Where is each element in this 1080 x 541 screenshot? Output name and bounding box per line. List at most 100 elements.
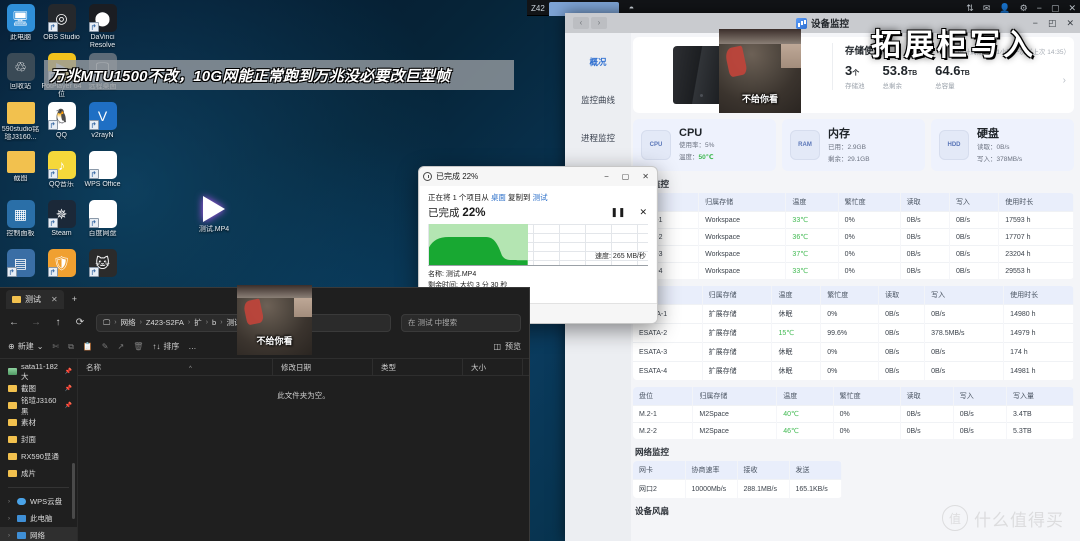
- sidebar-item-2[interactable]: 铭瑄J3160黑 📌: [0, 396, 77, 416]
- table-row[interactable]: SATA-2Workspace36℃0%0B/s0B/s17707 h: [633, 228, 1074, 246]
- devmon-close-icon[interactable]: ✕: [1066, 18, 1074, 29]
- table-row[interactable]: SATA-1Workspace33℃0%0B/s0B/s17593 h: [633, 211, 1074, 229]
- up-icon[interactable]: ↑: [52, 317, 64, 328]
- desktop-icon-davinci-icon[interactable]: ⬤ ↱ DaVinci Resolve: [82, 0, 123, 49]
- back-icon[interactable]: ←: [8, 317, 20, 328]
- account-icon[interactable]: 👤: [999, 3, 1010, 14]
- desktop-icon-steam-icon[interactable]: ✵ ↱ Steam: [41, 196, 82, 245]
- desktop-icon-folder-icon[interactable]: 590studio铭瑄J3160...: [0, 98, 41, 147]
- copy-minimize-icon[interactable]: −: [604, 172, 609, 181]
- copy-button[interactable]: ⧉: [68, 342, 74, 352]
- pin-icon[interactable]: 📌: [65, 368, 72, 375]
- desktop-icon-folder-icon[interactable]: 截图: [0, 147, 41, 196]
- devmon-sidebar-item-2[interactable]: 进程监控: [565, 119, 631, 157]
- refresh-icon[interactable]: ⟳: [74, 317, 86, 328]
- table-row[interactable]: M.2-1 M2Space 40℃ 0% 0B/s 0B/s 3.4TB: [633, 405, 1074, 423]
- sidebar-item-4[interactable]: 封面: [0, 431, 77, 448]
- desktop-icon-obs-icon[interactable]: ◎ ↱ OBS Studio: [41, 0, 82, 49]
- pause-button[interactable]: ❚❚: [610, 207, 625, 218]
- search-input[interactable]: 在 测试 中搜索: [401, 313, 521, 332]
- breadcrumb-item[interactable]: 网络: [121, 317, 136, 328]
- chevron-right-icon[interactable]: ›: [8, 516, 13, 522]
- background-app-tab-label[interactable]: Z42: [527, 4, 549, 13]
- gear-icon[interactable]: ⚙: [1020, 3, 1028, 14]
- close-icon[interactable]: ✕: [1068, 3, 1076, 14]
- devmon-system-buttons[interactable]: − ◰ ✕: [1033, 18, 1074, 29]
- sidebar-tree-item-2[interactable]: › 网络: [0, 527, 77, 541]
- cancel-button[interactable]: ✕: [639, 207, 647, 218]
- copy-close-icon[interactable]: ✕: [642, 172, 649, 181]
- new-button[interactable]: ⊕ 新建 ⌄: [8, 341, 43, 352]
- pin-icon[interactable]: 📌: [65, 402, 72, 409]
- sort-icon[interactable]: ⇅: [966, 3, 974, 14]
- minimize-icon[interactable]: −: [1037, 3, 1042, 13]
- table-row[interactable]: ESATA-1扩展存储休眠0%0B/s0B/s14980 h: [633, 304, 1074, 324]
- copy-destination-link[interactable]: 测试: [533, 193, 548, 202]
- sidebar-scrollbar[interactable]: [72, 463, 75, 519]
- share-button[interactable]: ↗: [118, 342, 125, 351]
- table-cell: Workspace: [698, 228, 787, 246]
- maximize-icon[interactable]: ▢: [1051, 3, 1060, 14]
- breadcrumb-item[interactable]: Z423-S2FA: [146, 318, 184, 327]
- sidebar-tree-item-1[interactable]: › 此电脑: [0, 510, 77, 527]
- table-row[interactable]: 网口2 10000Mb/s 288.1MB/s 165.1KB/s: [633, 479, 842, 498]
- desktop-icon-recycle-bin-icon[interactable]: ♲ 回收站: [0, 49, 41, 98]
- chevron-right-icon[interactable]: ›: [8, 499, 13, 505]
- devmon-sidebar-item-0[interactable]: 概况: [565, 43, 631, 81]
- stat-card-title: 硬盘: [977, 128, 999, 140]
- breadcrumb-item[interactable]: b: [212, 318, 216, 327]
- column-header-大小[interactable]: 大小: [463, 358, 523, 376]
- table-row[interactable]: M.2-2 M2Space 46℃ 0% 0B/s 0B/s 5.3TB: [633, 422, 1074, 439]
- pin-icon[interactable]: 📌: [65, 385, 72, 392]
- more-button[interactable]: …: [188, 342, 196, 351]
- sidebar-item-6[interactable]: 成片: [0, 465, 77, 482]
- explorer-new-tab-button[interactable]: +: [66, 294, 83, 304]
- explorer-tab-close-icon[interactable]: ✕: [51, 295, 58, 304]
- delete-button[interactable]: 🗑: [133, 342, 143, 351]
- devmon-sidebar-item-1[interactable]: 监控曲线: [565, 81, 631, 119]
- desktop-icon-wps-icon[interactable]: W ↱ WPS Office: [82, 147, 123, 196]
- chevron-right-icon[interactable]: ›: [8, 533, 13, 539]
- copy-maximize-icon[interactable]: ▢: [622, 172, 630, 181]
- chevron-right-icon[interactable]: ›: [1063, 75, 1066, 86]
- sidebar-tree-item-0[interactable]: › WPS云盘: [0, 493, 77, 510]
- sidebar-item-0[interactable]: sata11-182大 📌: [0, 362, 77, 381]
- storage-usage-stats: 3个 存储池 53.8TB 总剩余 64.6TB 总容量: [845, 63, 1070, 90]
- breadcrumb-item[interactable]: 扩: [194, 317, 202, 328]
- table-row[interactable]: ESATA-2 扩展存储 15℃ 99.6% 0B/s 378.5MB/s 14979 h: [633, 323, 1074, 343]
- devmon-maximize-icon[interactable]: ◰: [1048, 18, 1057, 29]
- stat-card-硬盘[interactable]: HDD 硬盘 读取：0B/s 写入：378MB/s: [931, 119, 1074, 171]
- desktop-icon-baidu-netdisk-icon[interactable]: ☁ ↱ 百度网盘: [82, 196, 123, 245]
- paste-button[interactable]: 📋: [83, 342, 93, 351]
- stat-card-line1: 已用：2.9GB: [828, 144, 866, 151]
- device-monitor-content: A 21:52:08 存储使用 统计周期：约1小时一次（上次 14:35） 3个…: [631, 33, 1080, 541]
- sidebar-item-5[interactable]: RX590显通: [0, 448, 77, 465]
- column-header-名称[interactable]: 名称 ^: [78, 358, 273, 376]
- column-header-修改日期[interactable]: 修改日期: [273, 358, 373, 376]
- details-pane-button[interactable]: ◫ 预览: [493, 341, 521, 352]
- table-row[interactable]: SATA-3Workspace37℃0%0B/s0B/s23204 h: [633, 245, 1074, 263]
- rename-button[interactable]: ✎: [102, 342, 109, 351]
- desktop-file-test-mp4[interactable]: 测试.MP4: [188, 196, 240, 234]
- table-row[interactable]: ESATA-4 扩展存储 休眠 0% 0B/s 0B/s 14981 h: [633, 361, 1074, 380]
- column-header-类型[interactable]: 类型: [373, 358, 463, 376]
- mail-icon[interactable]: ✉: [983, 3, 991, 14]
- sort-button[interactable]: ↑↓ 排序: [152, 341, 179, 352]
- desktop-icon-qqmusic-icon[interactable]: ♪ ↱ QQ音乐: [41, 147, 82, 196]
- table-row[interactable]: SATA-4Workspace33℃0%0B/s0B/s29553 h: [633, 262, 1074, 279]
- sidebar-item-3[interactable]: 素材: [0, 414, 77, 431]
- table-row[interactable]: ESATA-3 扩展存储 休眠 0% 0B/s 0B/s 174 h: [633, 342, 1074, 362]
- desktop-icon-v2rayn-icon[interactable]: V ↱ v2rayN: [82, 98, 123, 147]
- stat-card-CPU[interactable]: CPU CPU 使用率：5% 温度：50℃: [633, 119, 776, 171]
- desktop-icon-control-panel-icon[interactable]: ▦ 控制面板: [0, 196, 41, 245]
- forward-icon[interactable]: →: [30, 317, 42, 328]
- copy-source-link[interactable]: 桌面: [491, 193, 506, 202]
- copy-controls[interactable]: ❚❚ ✕: [610, 207, 647, 218]
- explorer-tab[interactable]: 测试 ✕: [6, 289, 64, 309]
- desktop-icon-qq-icon[interactable]: 🐧 ↱ QQ: [41, 98, 82, 147]
- cut-button[interactable]: ✄: [52, 342, 59, 351]
- copy-dialog-system-buttons[interactable]: − ▢ ✕: [604, 172, 653, 181]
- desktop-icon-computer-icon[interactable]: 🖥 此电脑: [0, 0, 41, 49]
- stat-card-line2: 写入：378MB/s: [977, 156, 1023, 163]
- stat-card-内存[interactable]: RAM 内存 已用：2.9GB 剩余：29.1GB: [782, 119, 925, 171]
